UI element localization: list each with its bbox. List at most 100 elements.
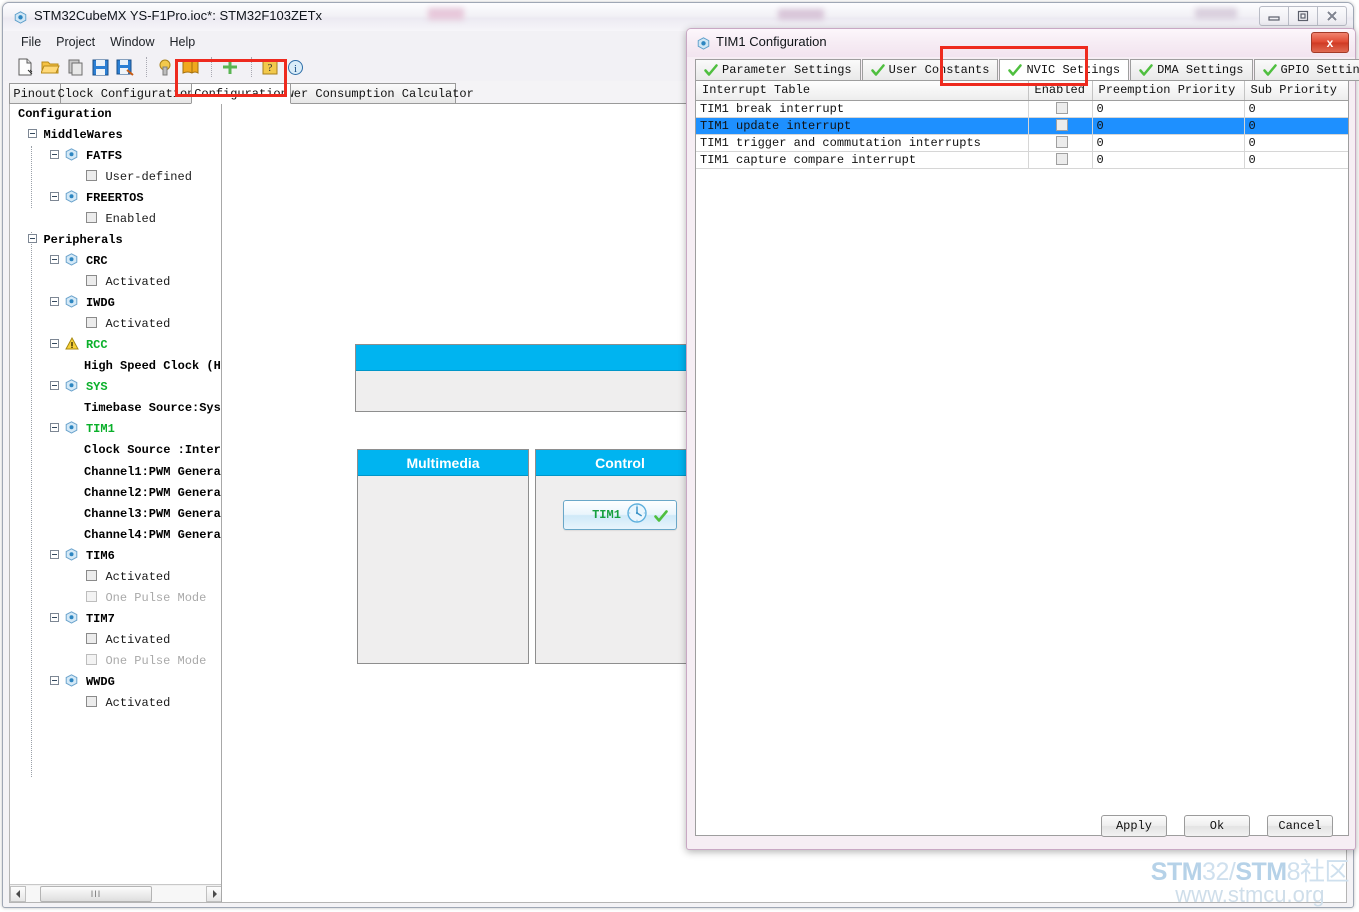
tab-pinout[interactable]: Pinout bbox=[9, 83, 61, 104]
cell-enabled-checkbox[interactable] bbox=[1028, 117, 1093, 135]
tree-item-tim1[interactable]: TIM1 bbox=[14, 421, 221, 442]
checkbox[interactable] bbox=[1055, 135, 1068, 148]
checkbox[interactable] bbox=[86, 275, 97, 286]
expander-minus-icon[interactable] bbox=[50, 297, 59, 306]
column-header-interrupt-table[interactable]: Interrupt Table bbox=[696, 81, 1029, 101]
expander-minus-icon[interactable] bbox=[50, 423, 59, 432]
tree-checkbox-tim7-activated[interactable]: Activated bbox=[14, 632, 221, 653]
checkbox[interactable] bbox=[86, 654, 97, 665]
table-row[interactable]: TIM1 capture compare interrupt 0 0 bbox=[696, 151, 1348, 169]
checkbox[interactable] bbox=[1055, 101, 1068, 114]
checkbox[interactable] bbox=[86, 696, 97, 707]
table-row[interactable]: TIM1 trigger and commutation interrupts … bbox=[696, 134, 1348, 152]
cell-enabled-checkbox[interactable] bbox=[1028, 151, 1093, 169]
scrollbar-thumb[interactable]: III bbox=[40, 885, 152, 902]
new-project-icon[interactable] bbox=[14, 56, 36, 78]
column-header-sub-priority[interactable]: Sub Priority bbox=[1244, 81, 1348, 101]
menu-item-help[interactable]: Help bbox=[163, 33, 204, 51]
scroll-right-arrow-icon[interactable] bbox=[206, 885, 221, 902]
tab-gpio-settings[interactable]: GPIO Settings bbox=[1253, 59, 1359, 81]
tab-user-constants[interactable]: User Constants bbox=[861, 59, 999, 81]
cell-preemption-priority[interactable]: 0 bbox=[1092, 134, 1245, 152]
expander-minus-icon[interactable] bbox=[50, 550, 59, 559]
menu-item-project[interactable]: Project bbox=[49, 33, 103, 51]
cell-preemption-priority[interactable]: 0 bbox=[1092, 151, 1245, 169]
checkbox[interactable] bbox=[86, 212, 97, 223]
tree-item-tim7[interactable]: TIM7 bbox=[14, 611, 221, 632]
table-row[interactable]: TIM1 update interrupt 0 0 bbox=[696, 117, 1348, 135]
expander-minus-icon[interactable] bbox=[50, 613, 59, 622]
tab-parameter-settings[interactable]: Parameter Settings bbox=[695, 59, 861, 81]
expander-minus-icon[interactable] bbox=[50, 192, 59, 201]
help-icon[interactable]: ? bbox=[259, 56, 281, 78]
cancel-button[interactable]: Cancel bbox=[1267, 815, 1333, 837]
expander-minus-icon[interactable] bbox=[50, 255, 59, 264]
checkbox[interactable] bbox=[86, 317, 97, 328]
open-project-icon[interactable] bbox=[39, 56, 61, 78]
tree-checkbox-enabled[interactable]: Enabled bbox=[14, 211, 221, 232]
checkbox[interactable] bbox=[86, 633, 97, 644]
maximize-icon[interactable] bbox=[1288, 6, 1318, 26]
checkbox[interactable] bbox=[86, 170, 97, 181]
cell-enabled-checkbox[interactable] bbox=[1028, 134, 1093, 152]
tree-item-fatfs[interactable]: FATFS bbox=[14, 148, 221, 169]
tree-group-peripherals[interactable]: Peripherals bbox=[14, 232, 221, 253]
menu-item-window[interactable]: Window bbox=[103, 33, 162, 51]
column-header-preemption-priority[interactable]: Preemption Priority bbox=[1092, 81, 1245, 101]
tree-group-middlewares[interactable]: MiddleWares bbox=[14, 127, 221, 148]
add-icon[interactable] bbox=[219, 56, 241, 78]
expander-minus-icon[interactable] bbox=[28, 234, 37, 243]
tree-checkbox-wwdg-activated[interactable]: Activated bbox=[14, 695, 221, 716]
save-icon[interactable] bbox=[89, 56, 111, 78]
cell-enabled-checkbox[interactable] bbox=[1028, 100, 1093, 118]
checkbox[interactable] bbox=[86, 570, 97, 581]
tab-clock-configuration[interactable]: Clock Configuration bbox=[58, 83, 194, 104]
tree-item-freertos[interactable]: FREERTOS bbox=[14, 190, 221, 211]
expander-minus-icon[interactable] bbox=[28, 129, 37, 138]
peripheral-button-tim1[interactable]: TIM1 bbox=[563, 500, 677, 530]
tree-item-sys[interactable]: SYS bbox=[14, 379, 221, 400]
menu-item-file[interactable]: File bbox=[14, 33, 49, 51]
ok-button[interactable]: Ok bbox=[1184, 815, 1250, 837]
tree-item-rcc[interactable]: RCC bbox=[14, 336, 221, 358]
generate-report-icon[interactable] bbox=[179, 56, 201, 78]
copy-icon[interactable] bbox=[64, 56, 86, 78]
checkbox[interactable] bbox=[1055, 152, 1068, 165]
table-row[interactable]: TIM1 break interrupt 0 0 bbox=[696, 100, 1348, 118]
tree-item-tim6[interactable]: TIM6 bbox=[14, 548, 221, 569]
tree-checkbox-crc-activated[interactable]: Activated bbox=[14, 274, 221, 295]
sidebar-horizontal-scrollbar[interactable]: III bbox=[10, 884, 221, 902]
cell-preemption-priority[interactable]: 0 bbox=[1092, 117, 1245, 135]
tab-nvic-settings[interactable]: NVIC Settings bbox=[999, 59, 1130, 81]
expander-minus-icon[interactable] bbox=[50, 150, 59, 159]
cell-sub-priority[interactable]: 0 bbox=[1244, 134, 1348, 152]
cell-sub-priority[interactable]: 0 bbox=[1244, 151, 1348, 169]
tab-power-consumption-calculator[interactable]: Power Consumption Calculator bbox=[272, 83, 474, 104]
checkbox[interactable] bbox=[1055, 118, 1068, 131]
cell-sub-priority[interactable]: 0 bbox=[1244, 100, 1348, 118]
tree-checkbox-tim6-activated[interactable]: Activated bbox=[14, 569, 221, 590]
save-as-icon[interactable] bbox=[114, 56, 136, 78]
scroll-left-arrow-icon[interactable] bbox=[10, 885, 26, 902]
dialog-close-icon[interactable]: x bbox=[1311, 32, 1349, 53]
expander-minus-icon[interactable] bbox=[50, 339, 59, 348]
apply-button[interactable]: Apply bbox=[1101, 815, 1167, 837]
tree-item-iwdg[interactable]: IWDG bbox=[14, 295, 221, 316]
tab-dma-settings[interactable]: DMA Settings bbox=[1130, 59, 1253, 81]
generate-code-icon[interactable] bbox=[154, 56, 176, 78]
minimize-icon[interactable] bbox=[1259, 6, 1289, 26]
cell-preemption-priority[interactable]: 0 bbox=[1092, 100, 1245, 118]
expander-minus-icon[interactable] bbox=[50, 381, 59, 390]
column-header-enabled[interactable]: Enabled bbox=[1028, 81, 1093, 101]
checkbox[interactable] bbox=[86, 591, 97, 602]
scrollbar-track[interactable]: III bbox=[26, 885, 206, 902]
expander-minus-icon[interactable] bbox=[50, 676, 59, 685]
tree-checkbox-iwdg-activated[interactable]: Activated bbox=[14, 316, 221, 337]
tree-checkbox-tim6-one-pulse-mode[interactable]: One Pulse Mode bbox=[14, 590, 221, 611]
tree-checkbox-user-defined[interactable]: User-defined bbox=[14, 169, 221, 190]
tab-configuration[interactable]: Configuration bbox=[191, 83, 291, 104]
about-icon[interactable]: i bbox=[284, 56, 306, 78]
close-icon[interactable] bbox=[1317, 6, 1347, 26]
tree-checkbox-tim7-one-pulse-mode[interactable]: One Pulse Mode bbox=[14, 653, 221, 674]
cell-sub-priority[interactable]: 0 bbox=[1244, 117, 1348, 135]
